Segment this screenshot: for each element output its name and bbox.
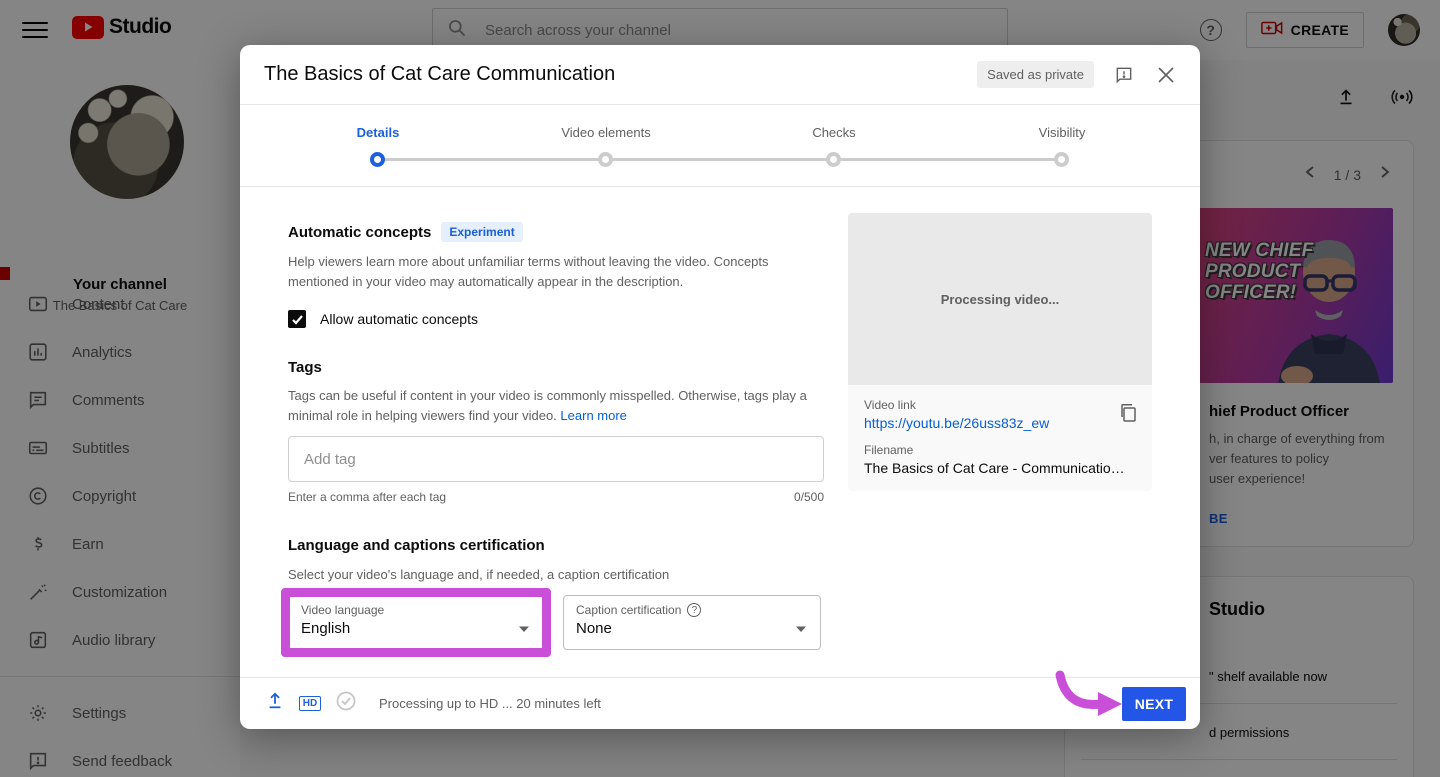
stepper-line [378,158,1062,161]
tab-visibility[interactable]: Visibility [982,125,1142,140]
video-preview-panel: Processing video... Video link https://y… [848,213,1152,491]
allow-auto-concepts-row[interactable]: Allow automatic concepts [288,310,824,328]
video-language-label: Video language [301,603,531,617]
auto-concepts-description: Help viewers learn more about unfamiliar… [288,252,798,292]
saved-status-badge: Saved as private [977,61,1094,88]
video-processing-placeholder: Processing video... [848,213,1152,385]
copy-icon[interactable] [1116,401,1140,425]
upload-status-icon [266,691,284,716]
allow-auto-concepts-label: Allow automatic concepts [320,311,478,327]
language-selects-row: Video language English Caption certifica… [288,595,824,650]
experiment-badge: Experiment [441,222,522,242]
dialog-footer: HD Processing up to HD ... 20 minutes le… [240,677,1200,729]
close-icon[interactable] [1154,63,1178,87]
tags-heading-row: Tags [288,359,824,376]
checks-pending-icon [336,691,356,716]
caption-cert-help-icon[interactable]: ? [687,603,701,617]
caption-certification-value: None [576,620,808,637]
filename-value: The Basics of Cat Care - Communicatio… [864,460,1136,476]
video-link[interactable]: https://youtu.be/26uss83z_ew [864,415,1136,431]
language-heading: Language and captions certification [288,537,545,554]
caption-certification-label: Caption certification ? [576,603,808,617]
video-language-select[interactable]: Video language English [288,595,544,650]
step-dot-video-elements[interactable] [598,152,613,167]
tags-heading: Tags [288,359,322,376]
video-details-dialog: The Basics of Cat Care Communication Sav… [240,45,1200,729]
dialog-header: The Basics of Cat Care Communication Sav… [240,45,1200,105]
checkbox-checked-icon[interactable] [288,310,306,328]
chevron-down-icon [795,620,807,638]
annotation-arrow [1054,669,1130,723]
auto-concepts-heading-row: Automatic concepts Experiment [288,222,824,242]
tab-details[interactable]: Details [298,125,458,140]
video-info-panel: Video link https://youtu.be/26uss83z_ew … [848,385,1152,491]
filename-label: Filename [864,443,1136,457]
details-form: Automatic concepts Experiment Help viewe… [288,187,824,650]
hd-badge: HD [299,696,321,711]
auto-concepts-heading: Automatic concepts [288,224,431,241]
next-button[interactable]: NEXT [1122,687,1186,721]
language-description: Select your video's language and, if nee… [288,565,824,585]
youtube-studio-app: Studio Search across your channel ? CREA… [0,0,1440,777]
caption-certification-select[interactable]: Caption certification ? None [563,595,821,650]
send-feedback-icon[interactable] [1112,63,1136,87]
dialog-stepper: Details Video elements Checks Visibility [240,105,1200,187]
tags-helper-text: Enter a comma after each tag [288,490,446,504]
dialog-body: Automatic concepts Experiment Help viewe… [240,187,1200,677]
tab-video-elements[interactable]: Video elements [526,125,686,140]
processing-status-text: Processing up to HD ... 20 minutes left [379,696,601,711]
tag-input[interactable] [288,436,824,482]
learn-more-link[interactable]: Learn more [560,408,626,423]
step-dot-checks[interactable] [826,152,841,167]
tags-helper-row: Enter a comma after each tag 0/500 [288,490,824,504]
dialog-title: The Basics of Cat Care Communication [264,63,959,86]
chevron-down-icon [518,620,530,638]
step-dot-details[interactable] [370,152,385,167]
video-link-label: Video link [864,398,1136,412]
step-dot-visibility[interactable] [1054,152,1069,167]
tags-description: Tags can be useful if content in your vi… [288,386,824,426]
video-language-value: English [301,620,531,637]
language-heading-row: Language and captions certification [288,537,824,554]
tab-checks[interactable]: Checks [754,125,914,140]
tags-char-counter: 0/500 [794,490,824,504]
next-button-wrap: NEXT [1122,687,1186,721]
